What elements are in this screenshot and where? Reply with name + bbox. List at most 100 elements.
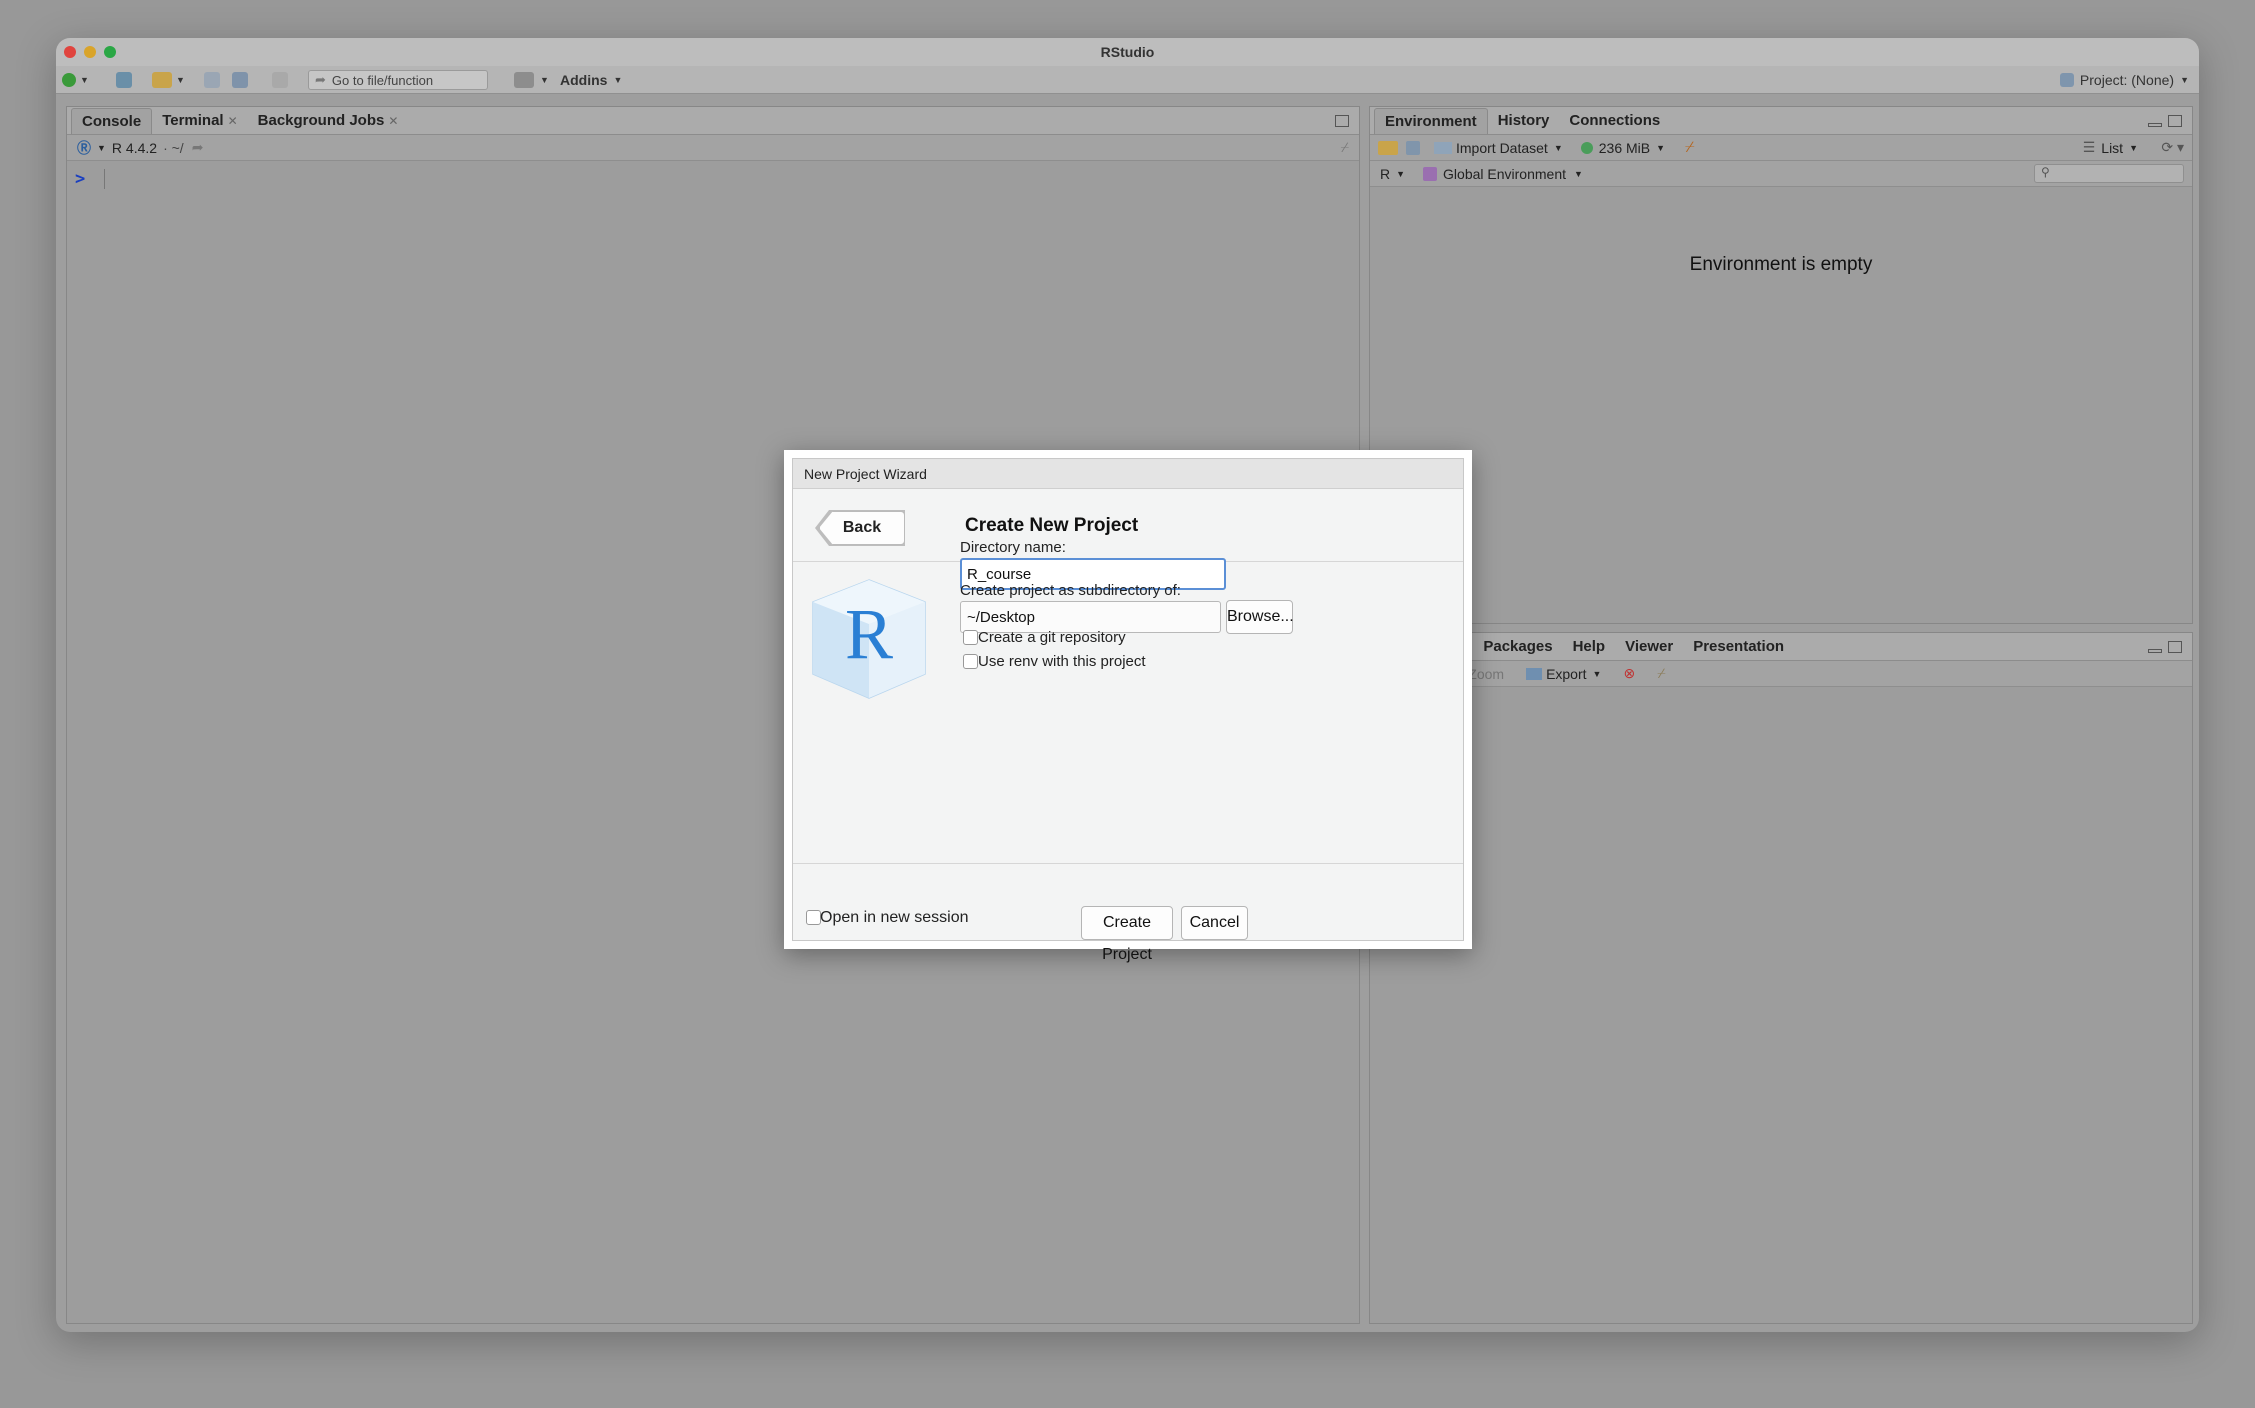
new-project-button[interactable]: [116, 70, 132, 90]
arrow-right-icon: ➦: [315, 72, 326, 87]
renv-checkbox[interactable]: [963, 654, 978, 669]
browse-button[interactable]: Browse...: [1226, 600, 1294, 634]
new-project-dialog: New Project Wizard Back Create New Proje…: [792, 458, 1464, 963]
environment-empty-message: Environment is empty: [1689, 254, 1873, 275]
cancel-button[interactable]: Cancel: [1181, 906, 1248, 940]
r-logo-icon[interactable]: Ⓡ: [77, 138, 91, 158]
tab-label: Presentation: [1693, 638, 1785, 655]
chevron-down-icon: ▼: [1574, 168, 1583, 179]
close-window-button[interactable]: [64, 46, 76, 58]
new-session-checkbox[interactable]: [806, 910, 821, 925]
files-pane: ts Packages Help Viewer Presentation ⚲ Z…: [1369, 632, 2193, 1324]
tab-connections[interactable]: Connections: [1559, 108, 1670, 134]
chevron-down-icon: ▼: [80, 75, 89, 85]
environment-toolbar: Import Dataset ▼ 236 MiB ▼ ⌿ ☰ List ▼ ⟳ …: [1370, 135, 2192, 161]
chevron-down-icon: ▼: [1592, 668, 1602, 679]
tab-history[interactable]: History: [1488, 108, 1560, 134]
folder-open-icon: [152, 72, 172, 88]
console-output[interactable]: >: [75, 169, 105, 189]
import-dataset-button[interactable]: Import Dataset ▼: [1434, 140, 1563, 156]
zoom-window-button[interactable]: [104, 46, 116, 58]
memory-label: 236 MiB: [1598, 139, 1651, 156]
tab-terminal[interactable]: Terminal ✕: [152, 108, 247, 134]
new-file-button[interactable]: ▼: [62, 70, 89, 90]
tab-environment[interactable]: Environment: [1374, 108, 1488, 134]
save-icon: [204, 72, 220, 88]
renv-label[interactable]: Use renv with this project: [978, 653, 1146, 670]
export-button[interactable]: Export ▼: [1526, 666, 1601, 682]
tab-label: History: [1497, 112, 1550, 129]
pane-controls: [2148, 115, 2182, 127]
save-button[interactable]: [204, 70, 220, 90]
refresh-icon[interactable]: ⟳ ▾: [2161, 139, 2184, 156]
project-label: Project: (None): [2079, 72, 2175, 88]
pie-chart-icon: [1580, 141, 1593, 154]
console-prompt: >: [75, 169, 86, 189]
tab-help[interactable]: Help: [1563, 634, 1616, 660]
environment-icon: [1423, 166, 1438, 181]
restore-pane-icon[interactable]: [1335, 115, 1349, 127]
language-label: R: [1380, 165, 1391, 182]
list-label: List: [2101, 139, 2124, 156]
tab-label: Environment: [1385, 113, 1477, 130]
back-button[interactable]: Back: [819, 511, 905, 545]
zoom-label: Zoom: [1468, 665, 1505, 682]
search-icon: ⚲: [2041, 165, 2050, 179]
console-tabbar: Console Terminal ✕ Background Jobs ✕: [67, 107, 1359, 135]
project-menu[interactable]: Project: (None) ▼: [2059, 70, 2189, 90]
chevron-down-icon: ▼: [97, 142, 106, 153]
git-repo-checkbox[interactable]: [963, 630, 978, 645]
open-file-button[interactable]: ▼: [152, 70, 185, 90]
tab-viewer[interactable]: Viewer: [1615, 634, 1683, 660]
new-session-label[interactable]: Open in new session: [820, 909, 969, 927]
dialog-heading: Create New Project: [965, 515, 1139, 536]
tab-presentation[interactable]: Presentation: [1683, 634, 1794, 660]
chevron-down-icon: ▼: [1396, 168, 1406, 179]
working-dir[interactable]: · ~/: [163, 140, 184, 156]
maximize-pane-icon[interactable]: [2168, 115, 2182, 127]
broom-icon[interactable]: ⌿: [1657, 665, 1665, 682]
tab-label: Background Jobs: [257, 112, 385, 129]
subdirectory-label: Create project as subdirectory of:: [960, 582, 1181, 599]
tab-packages[interactable]: Packages: [1473, 634, 1562, 660]
broom-icon[interactable]: ⌿: [1685, 139, 1695, 157]
load-workspace-icon[interactable]: [1378, 140, 1398, 155]
pane-controls: [1335, 115, 1349, 127]
minimize-pane-icon[interactable]: [2148, 123, 2162, 127]
table-icon: [1434, 141, 1452, 154]
files-tabbar: ts Packages Help Viewer Presentation: [1370, 633, 2192, 661]
chevron-down-icon: ▼: [2180, 75, 2189, 85]
scope-selector[interactable]: Global Environment ▼: [1423, 166, 1583, 182]
create-project-button[interactable]: Create Project: [1081, 906, 1173, 963]
print-button[interactable]: [272, 70, 288, 90]
export-label: Export: [1546, 665, 1587, 682]
minimize-window-button[interactable]: [84, 46, 96, 58]
git-repo-label[interactable]: Create a git repository: [978, 629, 1126, 646]
language-selector[interactable]: R ▼: [1380, 166, 1405, 182]
save-workspace-icon[interactable]: [1406, 140, 1420, 155]
addins-menu[interactable]: Addins ▼: [560, 70, 622, 90]
window-title: RStudio: [1100, 44, 1155, 60]
main-toolbar: ▼ ▼ ➦ Go to file/function ▼ Addins ▼ Pro…: [56, 66, 2199, 94]
project-icon: [2059, 73, 2074, 87]
scope-label: Global Environment: [1443, 165, 1566, 182]
layout-button[interactable]: ▼: [514, 70, 549, 90]
tab-background-jobs[interactable]: Background Jobs ✕: [248, 108, 409, 134]
broom-icon[interactable]: ⌿: [1341, 139, 1349, 156]
chevron-down-icon: ▼: [540, 75, 549, 85]
memory-usage-button[interactable]: 236 MiB ▼: [1580, 139, 1665, 156]
remove-plot-icon[interactable]: ⊗: [1623, 665, 1635, 682]
close-icon[interactable]: ✕: [228, 114, 238, 128]
pane-controls: [2148, 641, 2182, 653]
export-icon: [1526, 667, 1543, 680]
environment-search-input[interactable]: ⚲: [2034, 164, 2184, 183]
arrow-right-icon[interactable]: ➦: [192, 139, 204, 156]
list-view-button[interactable]: ☰ List ▼: [2083, 139, 2138, 156]
maximize-pane-icon[interactable]: [2168, 641, 2182, 653]
window-controls: [64, 46, 116, 58]
tab-console[interactable]: Console: [71, 108, 153, 134]
minimize-pane-icon[interactable]: [2148, 649, 2162, 653]
save-all-button[interactable]: [232, 70, 248, 90]
goto-file-input[interactable]: ➦ Go to file/function: [308, 70, 488, 90]
close-icon[interactable]: ✕: [388, 114, 398, 128]
